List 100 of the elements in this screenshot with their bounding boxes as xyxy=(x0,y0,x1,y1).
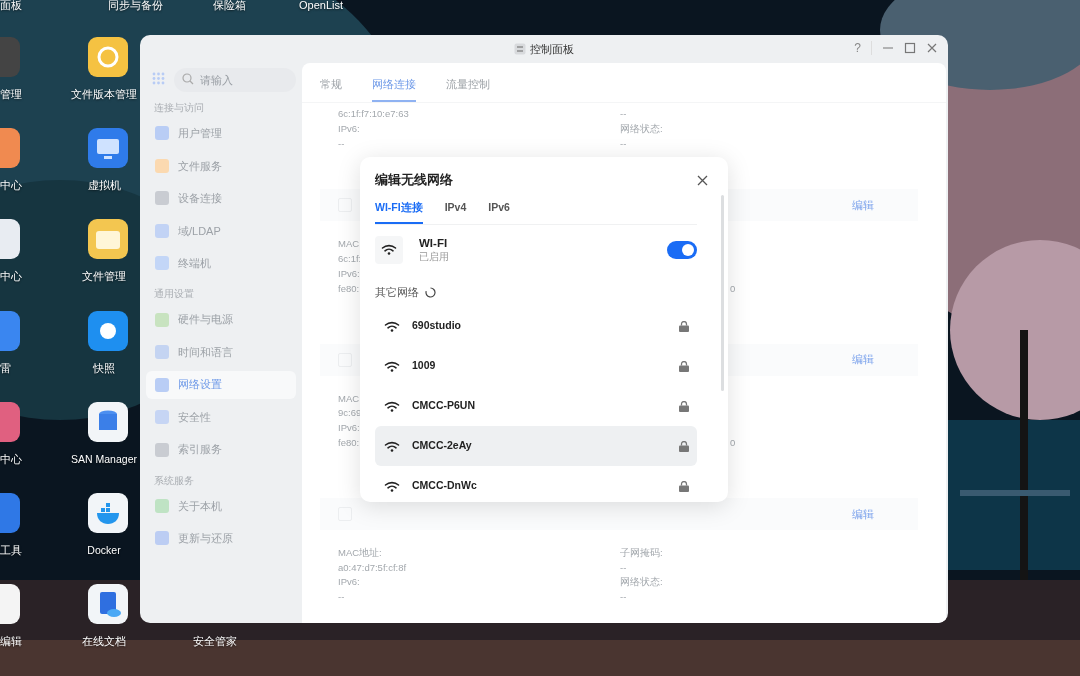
detail-text: fe80:: xyxy=(338,435,362,450)
sidebar-item[interactable]: 用户管理 xyxy=(146,119,296,148)
app-icon[interactable] xyxy=(0,584,20,624)
icon-label: 在线文档 xyxy=(82,634,126,648)
toggle-switch[interactable] xyxy=(667,240,697,259)
detail-text: 6c:1f:f7:10:e7:63 xyxy=(338,107,409,121)
panel-icon xyxy=(514,43,526,55)
sidebar-item[interactable]: 更新与还原 xyxy=(146,524,296,553)
detail-text: IPv6: xyxy=(338,575,360,590)
section-heading: 系统服务 xyxy=(154,473,195,488)
section-heading: 其它网络 xyxy=(375,284,419,300)
detail-text: 子网掩码: xyxy=(620,545,663,560)
app-icon[interactable] xyxy=(88,584,128,624)
detail-text: 网络状态: xyxy=(620,121,663,136)
tile-icon xyxy=(154,222,170,239)
icon-label: 快照 xyxy=(93,361,115,375)
sidebar-item[interactable]: 网络设置 xyxy=(146,370,296,399)
icon-label: 文件版本管理 xyxy=(71,87,137,101)
app-icon[interactable] xyxy=(88,37,128,77)
tile-icon xyxy=(154,255,170,272)
status-text: 已启用 xyxy=(419,249,449,264)
sidebar-item[interactable]: 设备连接 xyxy=(146,184,296,213)
icon-label: 同步与备份 xyxy=(108,0,163,12)
network-item[interactable]: 690studio xyxy=(375,306,697,347)
icon-label: Docker xyxy=(87,543,121,557)
network-item[interactable]: CMCC-2eAy xyxy=(375,426,697,467)
app-icon[interactable] xyxy=(88,128,128,168)
tile-icon xyxy=(154,376,170,393)
help-button[interactable]: ? xyxy=(854,39,861,57)
icon-label: 编辑 xyxy=(0,634,22,648)
icon-label: 保险箱 xyxy=(213,0,246,12)
window-title: 控制面板 xyxy=(530,41,574,57)
tile-icon xyxy=(154,190,170,207)
search-icon xyxy=(182,73,194,85)
sidebar-item[interactable]: 终端机 xyxy=(146,249,296,278)
network-item[interactable]: CMCC-DnWc xyxy=(375,466,697,502)
app-icon[interactable] xyxy=(88,311,128,351)
sidebar-item[interactable]: 安全性 xyxy=(146,403,296,431)
sidebar-item[interactable]: 关于本机 xyxy=(146,491,296,520)
icon-label: 面板 xyxy=(0,0,22,12)
tab[interactable]: 网络连接 xyxy=(372,75,416,102)
icon-label: 中心 xyxy=(0,452,22,466)
app-icon[interactable] xyxy=(88,493,128,533)
wifi-name: WI-FI xyxy=(419,235,449,250)
icon-label: 中心 xyxy=(0,178,22,192)
tile-icon xyxy=(154,497,170,514)
app-icon[interactable] xyxy=(88,219,128,259)
detail-text: a0:47:d7:5f:cf:8f xyxy=(338,560,407,575)
detail-text: 网络状态: xyxy=(620,575,663,590)
detail-text: 0 xyxy=(730,281,736,296)
detail-text: IPv6: xyxy=(338,421,360,436)
network-item[interactable]: CMCC-P6UN xyxy=(375,386,697,427)
detail-text: 6c:1f: xyxy=(338,252,362,267)
dialog-title: 编辑无线网络 xyxy=(375,172,453,189)
tile-icon xyxy=(154,157,170,174)
search-field[interactable]: 请输入 xyxy=(174,68,296,92)
wifi-icon xyxy=(384,319,400,333)
detail-text: IPv6: xyxy=(338,121,360,136)
maximize-icon[interactable] xyxy=(904,42,916,54)
lock-icon xyxy=(679,360,689,372)
sidebar-item[interactable]: 域/LDAP xyxy=(146,216,296,245)
app-icon[interactable] xyxy=(88,402,128,442)
tab[interactable]: 流量控制 xyxy=(446,75,490,102)
detail-text: -- xyxy=(338,136,345,151)
icon-label: 管理 xyxy=(0,87,22,101)
tile-icon xyxy=(154,311,170,328)
tab[interactable]: 常规 xyxy=(320,75,342,102)
network-item[interactable]: 1009 xyxy=(375,346,697,387)
tile-icon xyxy=(154,409,170,425)
sidebar-item[interactable]: 索引服务 xyxy=(146,435,296,464)
tile-icon xyxy=(154,125,170,142)
spinner-icon xyxy=(425,286,436,298)
icon-label: SAN Manager xyxy=(71,452,137,466)
wifi-icon xyxy=(384,439,400,453)
icon-label: 中心 xyxy=(0,269,22,283)
tab[interactable]: IPv6 xyxy=(488,199,510,224)
lock-icon xyxy=(679,400,689,412)
edit-link[interactable]: 编辑 xyxy=(852,505,874,522)
icon-label: 雷 xyxy=(0,361,11,375)
detail-text: MAC地址: xyxy=(338,545,382,560)
detail-text: -- xyxy=(620,107,627,121)
icon-label: 虚拟机 xyxy=(87,178,121,192)
lock-icon xyxy=(679,440,689,452)
detail-text: -- xyxy=(620,560,627,575)
close-icon[interactable] xyxy=(697,174,708,186)
edit-link[interactable]: 编辑 xyxy=(852,197,874,214)
sidebar-item[interactable]: 时间和语言 xyxy=(146,338,296,366)
detail-text: MAC xyxy=(338,237,360,252)
app-icon[interactable] xyxy=(0,219,20,259)
detail-text: fe80:: xyxy=(338,281,362,296)
sidebar-item[interactable]: 文件服务 xyxy=(146,151,296,180)
sidebar-item[interactable]: 硬件与电源 xyxy=(146,305,296,334)
tab[interactable]: IPv4 xyxy=(444,199,467,224)
close-icon[interactable] xyxy=(926,42,938,54)
tab[interactable]: WI-FI连接 xyxy=(375,199,423,224)
edit-link[interactable]: 编辑 xyxy=(852,351,874,368)
scrollbar[interactable] xyxy=(721,195,724,391)
icon-label: 文件管理 xyxy=(82,269,126,283)
lock-icon xyxy=(679,480,689,492)
lock-icon xyxy=(679,320,689,332)
